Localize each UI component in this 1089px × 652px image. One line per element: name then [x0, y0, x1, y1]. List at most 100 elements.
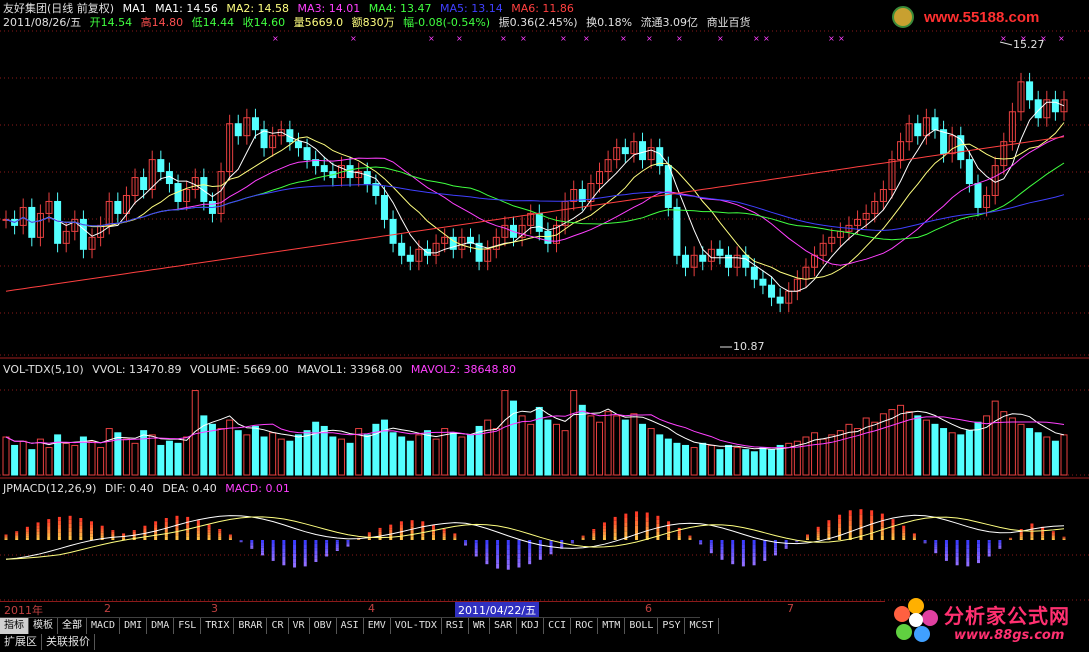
volume-bar: [363, 434, 371, 476]
indicator-tab-vr[interactable]: VR: [289, 618, 310, 634]
signal-marker: ×: [763, 34, 770, 43]
indicator-tab-wr[interactable]: WR: [469, 618, 491, 634]
quote-date: 2011/08/26/五: [3, 16, 82, 29]
volume-ma-1: [5, 407, 1065, 450]
volume-bar: [148, 434, 156, 476]
indicator-tab-bar: 指标 模板 全部 MACD DMI DMA FSL TRIX BRAR CR VR OBV ASI EMV…: [0, 617, 719, 634]
volume-bar: [544, 419, 552, 476]
indicator-tab-vol-tdx[interactable]: VOL-TDX: [391, 618, 442, 634]
indicator-tab-模板[interactable]: 模板: [29, 618, 58, 634]
indicator-tab-kdj[interactable]: KDJ: [517, 618, 545, 634]
volume-bar: [1051, 440, 1059, 476]
indicator-tab-fsl[interactable]: FSL: [174, 618, 202, 634]
candle-body: [1026, 81, 1034, 101]
signal-marker: ×: [500, 34, 507, 43]
candle-body: [1051, 99, 1059, 113]
bottom-tab-2[interactable]: 关联报价: [42, 634, 95, 650]
signal-marker: ×: [676, 34, 683, 43]
candle-body: [750, 266, 758, 280]
volume-bar: [54, 434, 62, 476]
indicator-tab-trix[interactable]: TRIX: [201, 618, 235, 634]
volume-bar: [716, 449, 724, 476]
volume-bar: [71, 444, 79, 476]
indicator-tab-obv[interactable]: OBV: [310, 618, 337, 634]
volume-bars: [2, 390, 1068, 476]
time-axis: 2011年 2 3 4 2011/04/22/五 6 7: [0, 601, 885, 618]
volume-bar: [432, 438, 440, 476]
indicator-tab-指标[interactable]: 指标: [0, 618, 29, 634]
candle-body: [380, 194, 388, 220]
indicator-tab-dmi[interactable]: DMI: [120, 618, 148, 634]
indicator-tab-dma[interactable]: DMA: [147, 618, 175, 634]
signal-marker: ×: [583, 34, 590, 43]
volume-bar: [217, 428, 225, 476]
indicator-tab-mcst[interactable]: MCST: [685, 618, 719, 634]
volume-bar: [578, 404, 586, 476]
candle-body: [157, 159, 165, 173]
candle-body: [699, 254, 707, 262]
low-price-label: 10.87: [733, 340, 765, 353]
volume-bar: [983, 415, 991, 476]
cursor-date: 2011/04/22/五: [455, 602, 540, 618]
volume-bar: [174, 442, 182, 476]
volume-bar: [62, 442, 70, 476]
axis-month-3: 3: [211, 602, 218, 615]
volume-bar: [707, 444, 715, 476]
axis-year: 2011年: [4, 604, 43, 617]
dif-line: [5, 514, 1065, 560]
volume-bar: [277, 438, 285, 476]
indicator-tab-brar[interactable]: BRAR: [234, 618, 268, 634]
volume-bar: [905, 411, 913, 476]
indicator-tab-roc[interactable]: ROC: [571, 618, 599, 634]
ma4-value: MA4: 13.47: [368, 2, 432, 15]
bottom-tab-1[interactable]: 扩展区: [0, 634, 42, 650]
candle-body: [759, 278, 767, 286]
candle-body: [621, 147, 629, 155]
signal-marker: ×: [456, 34, 463, 43]
candle-body: [931, 117, 939, 131]
volume-bar: [965, 430, 973, 476]
volume-bar: [191, 390, 199, 476]
volume-bar: [682, 444, 690, 476]
indicator-tab-全部[interactable]: 全部: [58, 618, 87, 634]
volume-bar: [570, 390, 578, 476]
indicator-tab-cci[interactable]: CCI: [544, 618, 572, 634]
candle-body: [251, 117, 259, 131]
volume-bar: [1060, 434, 1068, 476]
indicator-tab-mtm[interactable]: MTM: [598, 618, 626, 634]
ma-line-6: [5, 136, 1065, 292]
volume-bar: [596, 421, 604, 476]
volume-bar: [879, 413, 887, 476]
stock-chart[interactable]: × × × × × × × × × × × × × × × × × × × ×: [0, 0, 1089, 652]
price-header: 友好集团(日线 前复权) MA1 MA1: 14.56 MA2: 14.58 M…: [3, 2, 579, 15]
volume-bar: [36, 438, 44, 476]
indicator-tab-boll[interactable]: BOLL: [625, 618, 659, 634]
volume-bar: [1017, 423, 1025, 476]
moving-average-lines: [5, 101, 1065, 292]
volume-bar: [406, 440, 414, 476]
candle-body: [682, 254, 690, 268]
candle-body: [965, 159, 973, 185]
bottom-tab-bar: 扩展区 关联报价: [0, 634, 700, 650]
volume-bar: [415, 434, 423, 476]
volume-bar: [260, 436, 268, 476]
volume-bar: [931, 423, 939, 476]
volume-bar: [466, 434, 474, 476]
volume-bar: [897, 404, 905, 476]
ma5-value: MA5: 13.14: [439, 2, 503, 15]
volume-bar: [484, 419, 492, 476]
signal-marker: ×: [717, 34, 724, 43]
indicator-tab-cr[interactable]: CR: [267, 618, 289, 634]
mavol2-value: MAVOL2: 38648.80: [410, 363, 517, 376]
indicator-tab-rsi[interactable]: RSI: [442, 618, 469, 634]
indicator-tab-macd[interactable]: MACD: [87, 618, 121, 634]
volume-bar: [991, 400, 999, 476]
indicator-tab-emv[interactable]: EMV: [364, 618, 391, 634]
indicator-tab-psy[interactable]: PSY: [658, 618, 686, 634]
volume-bar: [733, 447, 741, 476]
indicator-tab-sar[interactable]: SAR: [490, 618, 518, 634]
volume-bar: [294, 434, 302, 476]
signal-marker: ×: [350, 34, 357, 43]
indicator-tab-asi[interactable]: ASI: [337, 618, 364, 634]
volume-bar: [561, 430, 569, 476]
